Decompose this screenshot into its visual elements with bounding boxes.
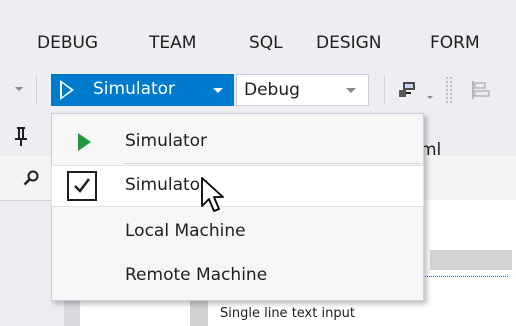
menu-design[interactable]: DESIGN	[316, 33, 382, 53]
menu-item-remote-machine[interactable]: Remote Machine	[52, 256, 423, 296]
solution-configuration-select[interactable]: Debug	[236, 74, 369, 106]
menu-debug[interactable]: DEBUG	[37, 33, 98, 53]
menu-item-label: Local Machine	[125, 221, 246, 241]
menu-item-simulator-start[interactable]: Simulator	[52, 122, 423, 162]
play-icon	[60, 80, 74, 100]
menu-format[interactable]: FORM	[430, 33, 480, 53]
toolbar-grip[interactable]	[445, 76, 453, 104]
align-lefts-icon[interactable]	[471, 80, 493, 100]
checkmark-icon	[67, 171, 97, 201]
configuration-value: Debug	[244, 80, 300, 100]
standard-toolbar: Simulator Debug	[0, 64, 516, 116]
toolbar-separator	[36, 76, 37, 104]
chevron-down-icon[interactable]	[427, 96, 433, 99]
menu-item-label: Simulator	[125, 131, 208, 151]
form-field-label[interactable]: Single line text input	[220, 306, 355, 321]
toolbar-overflow-chevron-icon[interactable]	[15, 87, 23, 91]
pin-icon[interactable]	[14, 126, 28, 146]
menu-team[interactable]: TEAM	[149, 33, 196, 53]
menu-item-label: Simulator	[125, 175, 208, 195]
search-icon[interactable]	[23, 170, 39, 186]
run-target-dropdown-menu: Simulator Simulator Local Machine Remote…	[51, 113, 424, 301]
run-target-label: Simulator	[93, 79, 176, 99]
menu-sql[interactable]: SQL	[249, 33, 283, 53]
menu-item-local-machine[interactable]: Local Machine	[52, 212, 423, 252]
mouse-pointer-icon	[201, 177, 224, 212]
form-header-bar	[430, 250, 512, 270]
menu-item-label: Remote Machine	[125, 265, 268, 285]
play-icon	[78, 133, 91, 151]
menu-bar: DEBUG TEAM SQL DESIGN FORM	[0, 0, 516, 64]
attach-to-process-icon[interactable]	[397, 81, 419, 99]
visual-studio-window: DEBUG TEAM SQL DESIGN FORM Simulator Deb…	[0, 0, 516, 326]
chevron-down-icon[interactable]	[346, 88, 356, 93]
menu-item-simulator-selected[interactable]: Simulator	[51, 165, 424, 207]
chevron-down-icon[interactable]	[213, 88, 223, 93]
toolbar-separator	[384, 76, 385, 104]
start-debugging-button[interactable]: Simulator	[51, 74, 234, 106]
menu-separator	[124, 163, 420, 164]
